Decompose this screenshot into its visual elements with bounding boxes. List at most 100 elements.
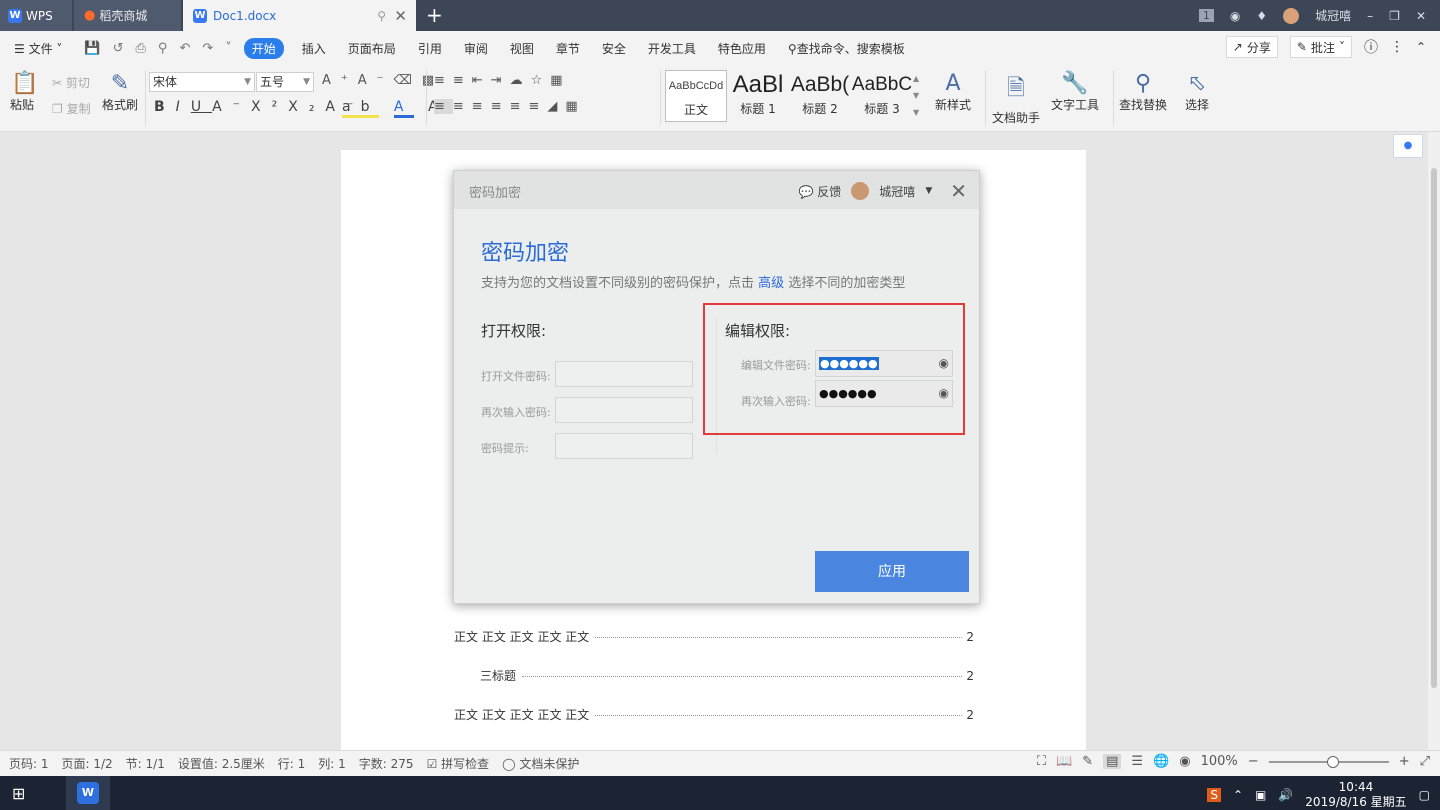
file-menu[interactable]: ☰ 文件 ˅ — [14, 40, 62, 57]
password-hint-input[interactable] — [555, 433, 693, 459]
toc-entry[interactable]: 三标题 2 — [454, 667, 974, 684]
shirt-icon[interactable]: ♦ — [1256, 9, 1267, 23]
status-section[interactable]: 节: 1/1 — [126, 755, 165, 772]
doc-helper-button[interactable]: 🗎 文档助手 — [992, 71, 1040, 126]
paste-button[interactable]: 📋 粘贴 — [10, 71, 40, 113]
pin-icon[interactable]: ⚲ — [377, 9, 386, 23]
font-size-select[interactable]: 五号 ▼ — [256, 72, 314, 92]
user-avatar[interactable] — [851, 182, 870, 200]
font-name-select[interactable]: 宋体 ▼ — [149, 72, 255, 92]
skin-icon[interactable]: ◉ — [1230, 9, 1240, 23]
text-tools-button[interactable]: 🔧 文字工具 — [1048, 71, 1102, 113]
print-icon[interactable]: ⎙ — [136, 41, 146, 56]
eye-protection-icon[interactable]: ◉ — [1179, 754, 1190, 769]
save-icon[interactable]: 💾 — [84, 41, 100, 56]
menu-item-layout[interactable]: 页面布局 — [348, 40, 396, 57]
page-view-icon[interactable]: ▤ — [1103, 754, 1122, 769]
style-normal[interactable]: AaBbCcDd 正文 — [665, 70, 727, 122]
new-style-button[interactable]: A 新样式 — [933, 71, 973, 113]
protect-status-button[interactable]: ◯ 文档未保护 — [502, 755, 579, 772]
open-password-input[interactable] — [555, 361, 693, 387]
menu-item-features[interactable]: 特色应用 — [718, 40, 766, 57]
menu-item-insert[interactable]: 插入 — [302, 40, 326, 57]
collapse-ribbon-icon[interactable]: ⌃ — [1416, 40, 1426, 54]
web-view-icon[interactable]: 🌐 — [1153, 754, 1169, 769]
alignment-icons[interactable]: ≡≡≡≡≡≡◢▦ — [434, 99, 586, 114]
open-confirm-input[interactable] — [555, 397, 693, 423]
tab-daoke-store[interactable]: ● 稻壳商城 — [74, 0, 181, 31]
dialog-user-name[interactable]: 城冠嘻 — [879, 183, 915, 200]
comment-button[interactable]: ✎ 批注 ˅ — [1289, 36, 1352, 58]
select-button[interactable]: ⬁ 选择 — [1180, 71, 1214, 113]
menu-item-references[interactable]: 引用 — [418, 40, 442, 57]
command-search[interactable]: ⚲查找命令、搜索模板 — [788, 40, 905, 57]
location-marker-icon[interactable]: ● — [1393, 134, 1423, 158]
menu-item-view[interactable]: 视图 — [510, 40, 534, 57]
restore-icon[interactable]: ❐ — [1389, 9, 1400, 23]
close-window-icon[interactable]: ✕ — [1416, 9, 1426, 23]
style-scroll[interactable]: ▲ ▼ ▼ — [913, 70, 923, 122]
style-heading-2[interactable]: AaBb( 标题 2 — [789, 70, 851, 122]
menu-item-developer[interactable]: 开发工具 — [648, 40, 696, 57]
close-tab-icon[interactable]: ✕ — [394, 7, 407, 25]
user-name[interactable]: 城冠嘻 — [1315, 7, 1351, 24]
windows-start-icon[interactable]: ⊞ — [12, 784, 25, 803]
tray-expand-icon[interactable]: ⌃ — [1233, 788, 1243, 802]
highlight-icon[interactable]: ab — [342, 99, 380, 118]
zoom-slider[interactable] — [1268, 755, 1389, 768]
spellcheck-button[interactable]: ☑ 拼写检查 — [427, 755, 490, 772]
font-style-icons[interactable]: BIUA⁻X²X₂A⁻ — [154, 99, 364, 115]
vertical-scrollbar[interactable] — [1428, 132, 1440, 750]
network-icon[interactable]: ▣ — [1255, 788, 1266, 802]
scrollbar-thumb[interactable] — [1431, 168, 1437, 688]
volume-icon[interactable]: 🔊 — [1278, 788, 1293, 802]
list-indent-icons[interactable]: ≡≡⇤⇥☁☆▦ — [434, 73, 571, 88]
menu-item-chapter[interactable]: 章节 — [556, 40, 580, 57]
redo-icon[interactable]: ↷ — [202, 41, 213, 56]
font-color-icon[interactable]: A — [393, 99, 414, 118]
zoom-in-icon[interactable]: + — [1399, 754, 1410, 769]
feedback-button[interactable]: 💬 反馈 — [799, 183, 842, 200]
status-setting[interactable]: 设置值: 2.5厘米 — [178, 755, 265, 772]
copy-button[interactable]: ❐ 复制 — [52, 100, 91, 117]
toc-entry[interactable]: 正文 正文 正文 正文 正文 2 — [454, 706, 974, 723]
input-method-icon[interactable]: S — [1207, 788, 1221, 802]
status-pages[interactable]: 页面: 1/2 — [62, 755, 113, 772]
undo-icon[interactable]: ↶ — [179, 41, 190, 56]
tab-wps[interactable]: W WPS — [0, 0, 72, 31]
zoom-out-icon[interactable]: − — [1248, 754, 1259, 769]
menu-item-start[interactable]: 开始 — [243, 37, 284, 59]
status-page-number[interactable]: 页码: 1 — [9, 755, 49, 772]
taskbar-wps-app[interactable]: W — [66, 776, 110, 810]
read-mode-icon[interactable]: 📖 — [1056, 754, 1072, 769]
user-avatar[interactable] — [1283, 7, 1300, 24]
write-mode-icon[interactable]: ✎ — [1082, 754, 1093, 769]
notification-icon[interactable]: ▢ — [1419, 788, 1430, 802]
minimize-icon[interactable]: – — [1367, 9, 1373, 23]
more-icon[interactable]: ⋮ — [1390, 39, 1404, 55]
user-dropdown-icon[interactable]: ▼ — [925, 186, 932, 196]
zoom-level[interactable]: 100% — [1201, 754, 1238, 769]
window-count-badge[interactable]: 1 — [1198, 9, 1214, 22]
share-button[interactable]: ↗ 分享 — [1225, 36, 1278, 58]
zoom-slider-knob[interactable] — [1326, 755, 1339, 768]
close-icon[interactable]: ✕ — [950, 179, 967, 203]
tab-document[interactable]: W Doc1.docx ⚲ ✕ — [183, 0, 416, 31]
status-word-count[interactable]: 字数: 275 — [359, 755, 414, 772]
menu-item-security[interactable]: 安全 — [602, 40, 626, 57]
style-heading-3[interactable]: AaBbC 标题 3 — [851, 70, 913, 122]
apply-button[interactable]: 应用 — [815, 551, 969, 592]
new-tab-button[interactable]: + — [426, 3, 443, 27]
style-heading-1[interactable]: AaBl 标题 1 — [727, 70, 789, 122]
preview-icon[interactable]: ⚲ — [158, 41, 168, 56]
cut-button[interactable]: ✂ 剪切 — [52, 74, 90, 91]
format-painter-button[interactable]: ✎ 格式刷 — [102, 71, 138, 113]
outline-view-icon[interactable]: ☰ — [1131, 754, 1143, 769]
advanced-link[interactable]: 高级 — [758, 276, 784, 291]
fit-window-icon[interactable]: ⤢ — [1420, 754, 1430, 769]
menu-item-review[interactable]: 审阅 — [464, 40, 488, 57]
customize-icon[interactable]: ˅ — [225, 41, 232, 56]
status-row[interactable]: 行: 1 — [278, 755, 306, 772]
toc-entry[interactable]: 正文 正文 正文 正文 正文 2 — [454, 628, 974, 645]
status-col[interactable]: 列: 1 — [318, 755, 346, 772]
